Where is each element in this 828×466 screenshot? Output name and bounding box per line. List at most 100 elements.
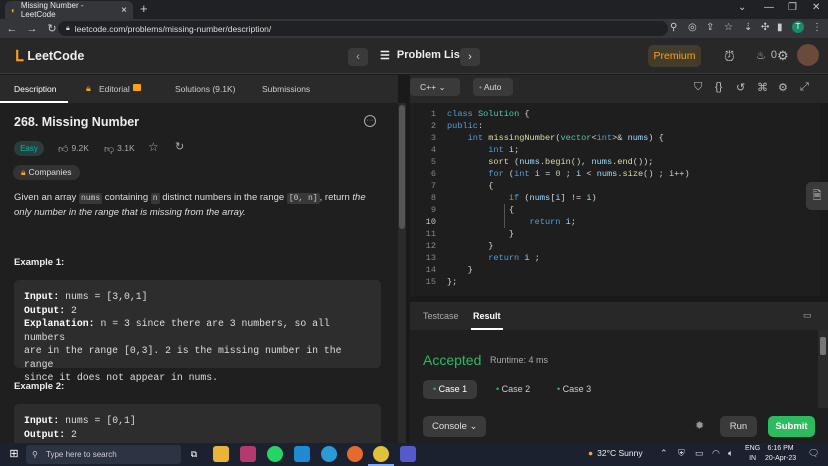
lock-icon: 🔒︎: [21, 167, 26, 177]
shortcuts-icon[interactable]: ⌘: [757, 81, 768, 94]
tab-solutions[interactable]: Solutions (9.1K): [175, 84, 235, 94]
scrollbar-thumb[interactable]: [820, 337, 826, 355]
language-indicator[interactable]: ENG IN: [745, 444, 760, 464]
forward-icon[interactable]: →: [24, 23, 40, 35]
profile-avatar[interactable]: T: [792, 21, 804, 33]
collapse-panel-icon[interactable]: ▭: [803, 310, 812, 321]
browser-tab[interactable]: ◐ Missing Number - LeetCode ×: [5, 1, 133, 19]
line-number: 13: [425, 253, 436, 263]
weather-widget[interactable]: ● 32°C Sunny: [588, 448, 643, 458]
premium-button[interactable]: Premium: [648, 45, 701, 67]
case-2-button[interactable]: • Case 2: [486, 380, 540, 399]
close-tab-icon[interactable]: ×: [121, 5, 127, 16]
vscode-icon[interactable]: [294, 446, 310, 462]
whatsapp-icon[interactable]: [267, 446, 283, 462]
submit-button[interactable]: Submit: [768, 416, 815, 437]
tray-chevron-icon[interactable]: ⌃: [660, 448, 668, 459]
notes-icon[interactable]: 🗎: [806, 182, 828, 210]
language-select[interactable]: C++ ⌄: [410, 78, 460, 96]
like-button[interactable]: 👍︎ 9.2K: [58, 143, 89, 155]
url-field[interactable]: 🔒︎ leetcode.com/problems/missing-number/…: [58, 21, 668, 36]
battery-icon[interactable]: ▭: [695, 448, 704, 459]
prev-problem-button[interactable]: ‹: [348, 48, 368, 66]
more-options-icon[interactable]: ···: [364, 115, 376, 127]
code-line: public:: [447, 121, 484, 131]
problem-statement: Given an array nums containing n distinc…: [14, 191, 374, 220]
weather-text: 32°C Sunny: [597, 448, 643, 458]
share-icon[interactable]: ⇪: [706, 22, 714, 33]
code-line: }: [447, 241, 494, 251]
sidebar-icon[interactable]: ▮: [777, 22, 783, 33]
debug-bug-icon[interactable]: ✹: [695, 419, 704, 432]
eye-off-icon[interactable]: ◎: [688, 22, 697, 33]
desc-text: containing: [102, 192, 151, 203]
teams-icon[interactable]: [400, 446, 416, 462]
file-explorer-icon[interactable]: [213, 446, 229, 462]
case-3-button[interactable]: • Case 3: [547, 380, 601, 399]
auto-mode-select[interactable]: • Auto: [473, 78, 513, 96]
task-view-icon[interactable]: ⧉: [186, 446, 202, 462]
problem-list-button[interactable]: ☰ Problem List: [380, 49, 464, 62]
firefox-icon[interactable]: [347, 446, 363, 462]
coins-counter[interactable]: ♨ 0: [756, 49, 777, 62]
scrollbar-thumb[interactable]: [399, 105, 405, 229]
reset-icon[interactable]: ↺: [736, 81, 745, 94]
braces-icon[interactable]: {}: [715, 81, 722, 93]
new-tab-icon[interactable]: +: [140, 1, 148, 16]
alarm-clock-icon[interactable]: ⏰︎: [724, 48, 735, 65]
problem-title: 268. Missing Number: [14, 115, 140, 129]
zoom-icon[interactable]: ⚲: [670, 22, 677, 33]
description-scrollbar[interactable]: [398, 103, 406, 443]
thumbs-down-icon: 👎︎: [104, 144, 115, 155]
tab-result[interactable]: Result: [473, 311, 501, 321]
clock-date: 20-Apr-23: [765, 455, 797, 462]
edge-icon[interactable]: [321, 446, 337, 462]
result-scrollbar[interactable]: [818, 330, 828, 408]
next-problem-button[interactable]: ›: [460, 48, 480, 66]
wifi-icon[interactable]: ◠: [712, 448, 720, 459]
puzzle-icon[interactable]: ✣: [761, 22, 769, 33]
editor-settings-icon[interactable]: ⚙: [778, 81, 788, 94]
tab-description[interactable]: Description: [14, 84, 57, 94]
settings-gear-icon[interactable]: ⚙: [777, 48, 789, 64]
security-icon[interactable]: ⛨: [678, 448, 685, 459]
notifications-icon[interactable]: 🗨︎: [808, 448, 819, 459]
browser-menu-icon[interactable]: ⋮: [812, 22, 822, 33]
desc-text: Given an array: [14, 192, 79, 203]
extension-icon[interactable]: ⇣: [744, 22, 752, 33]
line-number: 7: [430, 181, 436, 191]
share-icon[interactable]: ↻: [175, 140, 184, 153]
code-editor[interactable]: 1 2 3 4 5 6 7 8 9 10 11 12 13 14 15 class Solution { p…: [410, 103, 820, 296]
bookmark-icon[interactable]: ⛉: [694, 81, 702, 94]
window-close-icon[interactable]: ✕: [812, 2, 820, 13]
line-number: 6: [430, 169, 436, 179]
run-button[interactable]: Run: [720, 416, 757, 437]
url-text: leetcode.com/problems/missing-number/des…: [74, 23, 272, 34]
chrome-icon[interactable]: [373, 446, 389, 462]
dislike-button[interactable]: 👎︎ 3.1K: [104, 143, 135, 155]
companies-tag[interactable]: 🔒︎ Companies: [13, 165, 80, 180]
taskbar-search[interactable]: ⚲ Type here to search: [26, 445, 181, 464]
back-icon[interactable]: ←: [4, 23, 20, 35]
line-number: 11: [425, 229, 436, 239]
code-line: }: [447, 265, 473, 275]
tab-search-icon[interactable]: ⌄: [738, 2, 746, 13]
example-2-heading: Example 2:: [14, 381, 65, 392]
windows-start-icon[interactable]: ⊞: [6, 446, 22, 462]
case-1-button[interactable]: • Case 1: [423, 380, 478, 399]
app-icon[interactable]: [240, 446, 256, 462]
output-label: Output:: [24, 428, 66, 440]
fullscreen-icon[interactable]: ⤢: [800, 81, 809, 94]
tab-editorial[interactable]: Editorial: [99, 84, 130, 94]
volume-icon[interactable]: 🔈︎: [728, 448, 733, 459]
favorite-star-icon[interactable]: ☆: [148, 140, 159, 154]
user-avatar[interactable]: [797, 44, 819, 66]
console-button[interactable]: Console ⌄: [423, 416, 486, 437]
tab-testcase[interactable]: Testcase: [423, 311, 459, 321]
bookmark-star-icon[interactable]: ☆: [724, 22, 733, 33]
minimize-icon[interactable]: —: [764, 2, 774, 13]
restore-icon[interactable]: ❐: [788, 2, 797, 13]
taskbar-clock[interactable]: 6:16 PM 20-Apr-23: [765, 444, 796, 464]
tab-submissions[interactable]: Submissions: [262, 84, 310, 94]
leetcode-logo[interactable]: ᒪ LeetCode: [15, 47, 84, 65]
